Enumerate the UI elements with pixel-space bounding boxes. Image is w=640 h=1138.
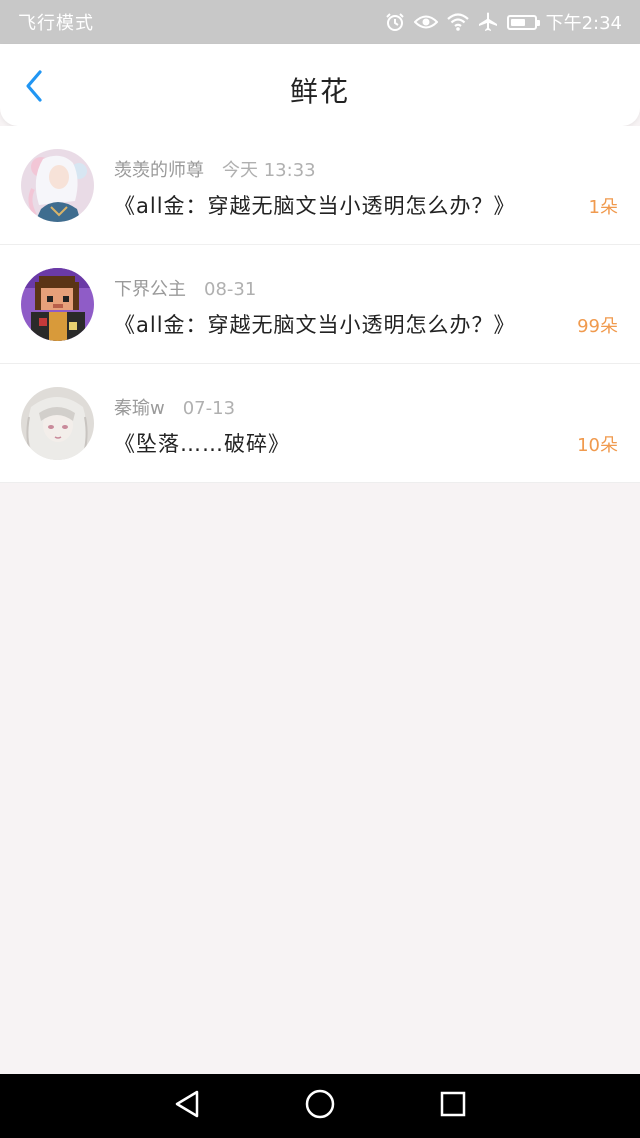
circle-home-icon	[304, 1088, 336, 1124]
nav-home-button[interactable]	[290, 1076, 350, 1136]
battery-level	[510, 18, 525, 26]
airplane-icon	[478, 12, 498, 32]
eye-icon	[413, 13, 438, 31]
timestamp: 今天 13:33	[222, 160, 316, 181]
flower-count: 1朵	[588, 197, 618, 218]
battery-icon	[506, 14, 540, 30]
wifi-icon	[446, 13, 469, 31]
alarm-icon	[385, 12, 405, 32]
avatar[interactable]	[21, 387, 94, 460]
list-item[interactable]: 秦瑜w 07-13 《坠落……破碎》 10朵	[0, 364, 640, 483]
book-title[interactable]: 《all金：穿越无脑文当小透明怎么办？》	[114, 190, 516, 220]
nav-back-button[interactable]	[157, 1076, 217, 1136]
book-title[interactable]: 《all金：穿越无脑文当小透明怎么办？》	[114, 309, 516, 339]
nav-recents-button[interactable]	[423, 1076, 483, 1136]
item-meta: 下界公主 08-31	[114, 275, 256, 301]
username[interactable]: 羡羡的师尊	[114, 160, 204, 181]
status-icons: 下午2:34	[385, 9, 622, 35]
page-title: 鲜花	[289, 75, 350, 108]
list-item[interactable]: 下界公主 08-31 《all金：穿越无脑文当小透明怎么办？》 99朵	[0, 245, 640, 364]
status-time: 下午2:34	[545, 13, 622, 34]
item-meta: 羡羡的师尊 今天 13:33	[114, 156, 316, 182]
system-nav-bar	[0, 1074, 640, 1138]
airplane-mode-label: 飞行模式	[18, 13, 94, 34]
flower-count: 99朵	[577, 316, 618, 337]
status-bar: 飞行模式 下午2:34	[0, 0, 640, 44]
avatar[interactable]	[21, 149, 94, 222]
avatar[interactable]	[21, 268, 94, 341]
username[interactable]: 秦瑜w	[114, 398, 165, 419]
timestamp: 08-31	[204, 279, 257, 300]
timestamp: 07-13	[182, 398, 236, 419]
flower-count: 10朵	[577, 435, 618, 456]
flower-list: 羡羡的师尊 今天 13:33 《all金：穿越无脑文当小透明怎么办？》 1朵 下…	[0, 126, 640, 483]
book-title[interactable]: 《坠落……破碎》	[114, 428, 290, 458]
square-recents-icon	[439, 1090, 467, 1122]
triangle-back-icon	[173, 1089, 201, 1123]
list-item[interactable]: 羡羡的师尊 今天 13:33 《all金：穿越无脑文当小透明怎么办？》 1朵	[0, 126, 640, 245]
item-meta: 秦瑜w 07-13	[114, 394, 235, 420]
username[interactable]: 下界公主	[114, 279, 186, 300]
header: 鲜花	[0, 44, 640, 126]
